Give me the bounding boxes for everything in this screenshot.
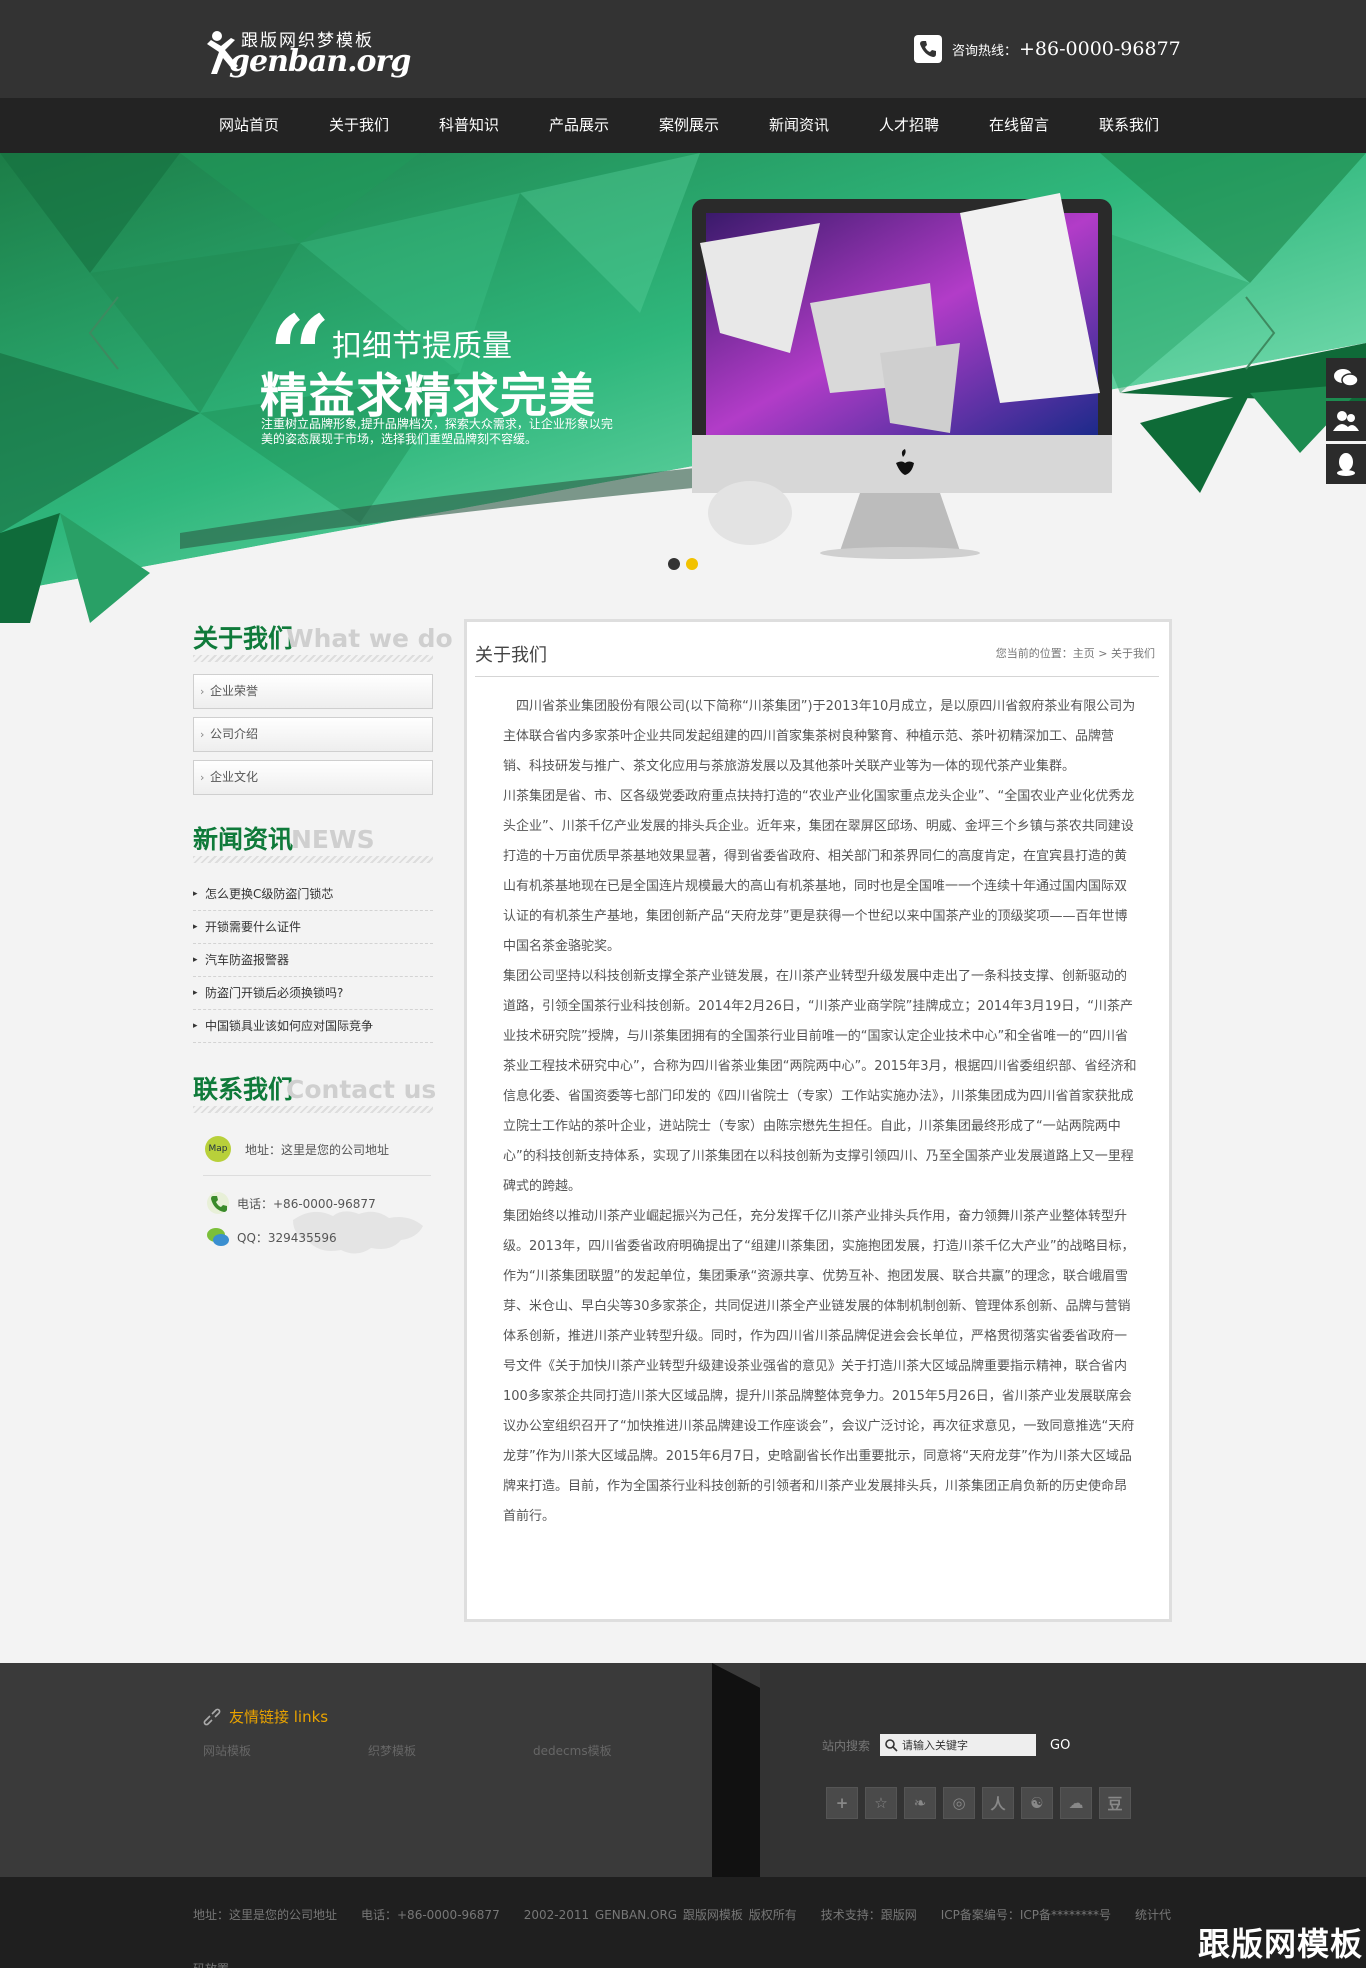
hotline-number: +86-0000-96877 bbox=[1019, 38, 1181, 60]
article-paragraph: 四川省茶业集团股份有限公司(以下简称“川茶集团”)于2013年10月成立，是以原… bbox=[503, 699, 1136, 774]
footer-bottom: 地址：这里是您的公司地址 电话：+86-0000-96877 2002-2011… bbox=[0, 1877, 1366, 1968]
panel-header: 关于我们 您当前的位置：主页 > 关于我们 bbox=[475, 622, 1159, 677]
qq-chat-icon bbox=[207, 1228, 229, 1246]
nav-item-jobs[interactable]: 人才招聘 bbox=[854, 98, 964, 153]
chevron-right-icon: › bbox=[200, 728, 205, 741]
share-tqq-icon[interactable]: ☁ bbox=[1060, 1787, 1092, 1819]
friend-links-title: 友情链接 links bbox=[203, 1706, 328, 1727]
hero-banner: “ 扣细节提质量 精益求精求完美 注重树立品牌形象,提升品牌档次，探索大众需求，… bbox=[0, 153, 1366, 623]
news-title-en: NEWS bbox=[291, 825, 375, 854]
chevron-right-icon: › bbox=[200, 771, 205, 784]
nav-item-about[interactable]: 关于我们 bbox=[304, 98, 414, 153]
share-favorite-icon[interactable]: ☆ bbox=[865, 1787, 897, 1819]
banner-background bbox=[0, 153, 1366, 623]
friend-links: 网站模板 织梦模板 dedecms模板 bbox=[203, 1742, 729, 1759]
bullet-icon: ▸ bbox=[193, 955, 198, 965]
banner-description: 注重树立品牌形象,提升品牌档次，探索大众需求，让企业形象以完美的姿态展现于市场，… bbox=[261, 417, 613, 446]
watermark: 跟版网模板 bbox=[1198, 1925, 1364, 1963]
about-title-cn: 关于我们 bbox=[193, 624, 294, 653]
share-plus-icon[interactable]: + bbox=[826, 1787, 858, 1819]
list-item[interactable]: ▸ 中国锁具业该如何应对国际竞争 bbox=[193, 1010, 433, 1043]
contact-info: Map 地址：这里是您的公司地址 电话：+86-0000-96877 QQ：32… bbox=[193, 1120, 433, 1270]
page-title: 关于我们 bbox=[475, 645, 547, 666]
map-pin-icon: Map bbox=[205, 1136, 231, 1162]
logo-wordmark: genban.org bbox=[229, 44, 411, 79]
menu-item-honor[interactable]: › 企业荣誉 bbox=[193, 674, 433, 709]
breadcrumb: 您当前的位置：主页 > 关于我们 bbox=[995, 647, 1155, 660]
news-list: ▸ 怎么更换C级防盗门锁芯 ▸ 开锁需要什么证件 ▸ 汽车防盗报警器 ▸ 防盗门开锁后必… bbox=[193, 878, 433, 1043]
menu-item-intro[interactable]: › 公司介绍 bbox=[193, 717, 433, 752]
share-renren-icon[interactable]: 人 bbox=[982, 1787, 1014, 1819]
about-menu: › 企业荣誉 › 公司介绍 › 企业文化 bbox=[193, 674, 433, 803]
site-logo[interactable]: 跟版网织梦模板 genban.org bbox=[205, 24, 411, 80]
share-douban-icon[interactable]: 豆 bbox=[1099, 1787, 1131, 1819]
phone-icon bbox=[914, 35, 942, 63]
prev-slide-icon[interactable] bbox=[86, 293, 122, 373]
friend-link[interactable]: 网站模板 bbox=[203, 1742, 251, 1759]
slide-indicators bbox=[668, 558, 698, 570]
friend-link[interactable]: dedecms模板 bbox=[533, 1742, 612, 1759]
search-icon bbox=[885, 1739, 898, 1752]
breadcrumb-current[interactable]: 关于我们 bbox=[1111, 647, 1155, 660]
about-title-en: What we do bbox=[286, 624, 453, 653]
qq-icon[interactable] bbox=[1326, 444, 1366, 484]
slide-dot-1[interactable] bbox=[668, 558, 680, 570]
nav-item-products[interactable]: 产品展示 bbox=[524, 98, 634, 153]
users-icon[interactable] bbox=[1326, 401, 1366, 441]
bullet-icon: ▸ bbox=[193, 988, 198, 998]
footer-top: 友情链接 links 网站模板 织梦模板 dedecms模板 站内搜索 请输入关… bbox=[0, 1663, 1366, 1877]
contact-phone: 电话：+86-0000-96877 bbox=[205, 1190, 376, 1216]
breadcrumb-home-link[interactable]: 主页 bbox=[1073, 647, 1095, 660]
float-service-bar bbox=[1326, 358, 1366, 487]
link-icon bbox=[203, 1708, 221, 1725]
article-body: 四川省茶业集团股份有限公司(以下简称“川茶集团”)于2013年10月成立，是以原… bbox=[503, 692, 1137, 1532]
nav-item-news[interactable]: 新闻资讯 bbox=[744, 98, 854, 153]
site-header: 跟版网织梦模板 genban.org 咨询热线： +86-0000-96877 bbox=[0, 0, 1366, 98]
list-item[interactable]: ▸ 防盗门开锁后必须换锁吗? bbox=[193, 977, 433, 1010]
hotline-label: 咨询热线： bbox=[952, 43, 1018, 59]
nav-item-science[interactable]: 科普知识 bbox=[414, 98, 524, 153]
share-icons: + ☆ ❧ ◎ 人 ☯ ☁ 豆 bbox=[826, 1787, 1131, 1819]
nav-item-home[interactable]: 网站首页 bbox=[194, 98, 304, 153]
bullet-icon: ▸ bbox=[193, 889, 198, 899]
article-paragraph: 川茶集团是省、市、区各级党委政府重点扶持打造的“农业产业化国家重点龙头企业”、“… bbox=[503, 789, 1135, 954]
contact-address: Map 地址：这里是您的公司地址 bbox=[205, 1136, 389, 1162]
banner-slogan-big: 精益求精求完美 bbox=[260, 369, 596, 424]
site-search: 站内搜索 请输入关键字 GO bbox=[822, 1734, 1070, 1756]
next-slide-icon[interactable] bbox=[1242, 293, 1278, 373]
share-qzone-icon[interactable]: ◎ bbox=[943, 1787, 975, 1819]
copyright-text: 地址：这里是您的公司地址 电话：+86-0000-96877 2002-2011… bbox=[193, 1908, 1172, 1968]
phone-icon bbox=[207, 1192, 229, 1214]
news-title-cn: 新闻资讯 bbox=[193, 825, 294, 854]
bullet-icon: ▸ bbox=[193, 922, 198, 932]
chevron-right-icon: › bbox=[200, 685, 205, 698]
nav-item-cases[interactable]: 案例展示 bbox=[634, 98, 744, 153]
friend-link[interactable]: 织梦模板 bbox=[368, 1742, 416, 1759]
bullet-icon: ▸ bbox=[193, 1021, 198, 1031]
contact-title-cn: 联系我们 bbox=[193, 1075, 294, 1104]
search-go-button[interactable]: GO bbox=[1050, 1738, 1070, 1753]
list-item[interactable]: ▸ 汽车防盗报警器 bbox=[193, 944, 433, 977]
hotline: 咨询热线： +86-0000-96877 bbox=[914, 34, 1181, 64]
search-label: 站内搜索 bbox=[822, 1738, 871, 1753]
contact-qq: QQ：329435596 bbox=[205, 1224, 337, 1250]
article-paragraph: 集团公司坚持以科技创新支撑全茶产业链发展，在川茶产业转型升级发展中走出了一条科技… bbox=[503, 969, 1137, 1194]
content-panel: 关于我们 您当前的位置：主页 > 关于我们 四川省茶业集团股份有限公司(以下简称… bbox=[464, 619, 1172, 1622]
share-weibo-icon[interactable]: ❧ bbox=[904, 1787, 936, 1819]
article-paragraph: 集团始终以推动川茶产业崛起振兴为己任，充分发挥千亿川茶产业排头兵作用，奋力领舞川… bbox=[503, 1209, 1135, 1524]
contact-title-en: Contact us bbox=[286, 1075, 437, 1104]
list-item[interactable]: ▸ 怎么更换C级防盗门锁芯 bbox=[193, 878, 433, 911]
share-kaixin-icon[interactable]: ☯ bbox=[1021, 1787, 1053, 1819]
list-item[interactable]: ▸ 开锁需要什么证件 bbox=[193, 911, 433, 944]
menu-item-culture[interactable]: › 企业文化 bbox=[193, 760, 433, 795]
slide-dot-2[interactable] bbox=[686, 558, 698, 570]
chat-icon[interactable] bbox=[1326, 358, 1366, 398]
main-nav: 网站首页 关于我们 科普知识 产品展示 案例展示 新闻资讯 人才招聘 在线留言 … bbox=[0, 98, 1366, 153]
nav-item-contact[interactable]: 联系我们 bbox=[1074, 98, 1184, 153]
nav-item-message[interactable]: 在线留言 bbox=[964, 98, 1074, 153]
search-input[interactable]: 请输入关键字 bbox=[880, 1734, 1037, 1756]
